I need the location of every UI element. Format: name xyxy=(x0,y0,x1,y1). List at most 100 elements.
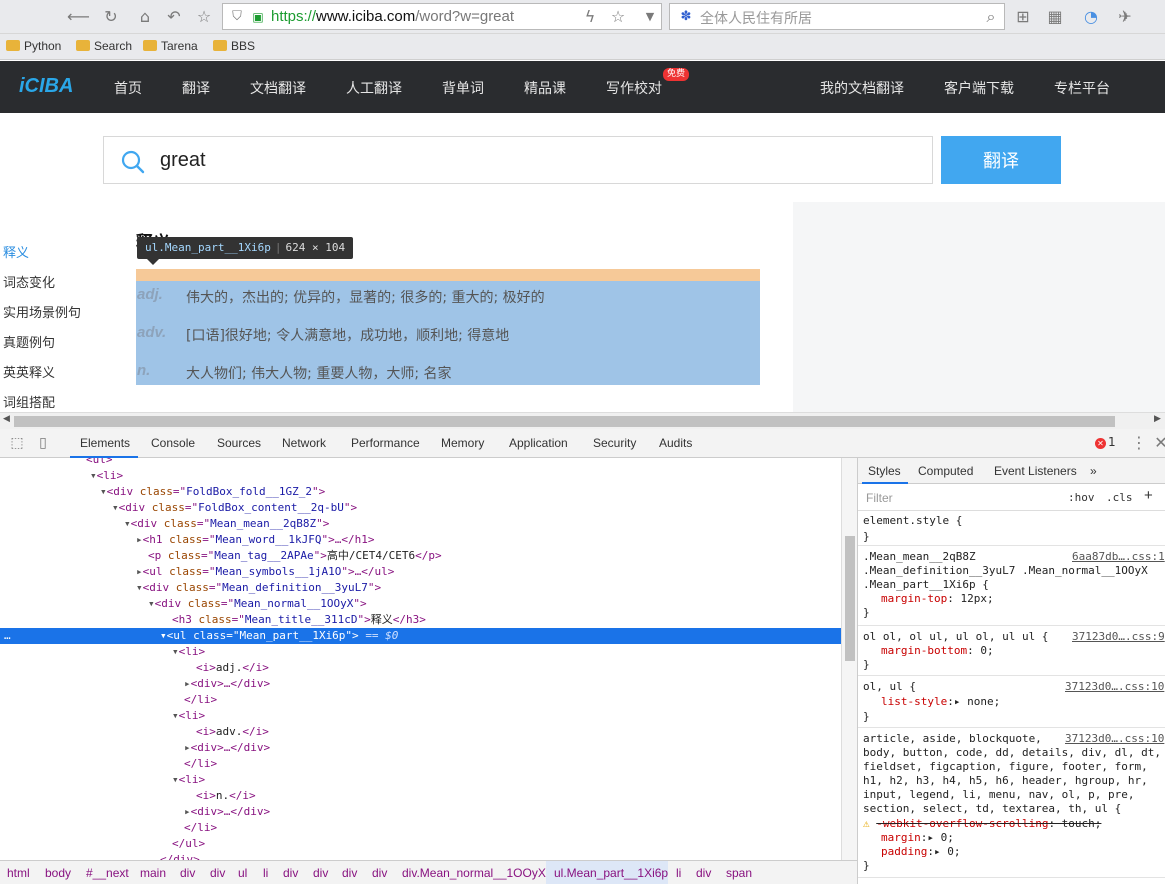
style-rule[interactable]: article, aside, blockquote, 37123d0….css… xyxy=(858,728,1165,878)
breadcrumb-item[interactable]: span xyxy=(726,866,752,880)
breadcrumb-item[interactable]: #__next xyxy=(86,866,129,880)
breadcrumb-item[interactable]: div xyxy=(283,866,298,880)
bookmark-python[interactable]: Python xyxy=(6,39,61,53)
back-icon[interactable]: ⟵ xyxy=(67,6,90,28)
device-toolbar-icon[interactable]: ▯ xyxy=(32,432,54,454)
star-icon[interactable]: ☆ xyxy=(193,6,215,28)
tree-node[interactable]: <p class="Mean_tag__2APAe">高中/CET4/CET6<… xyxy=(148,548,442,564)
styles-filter-input[interactable]: Filter xyxy=(866,491,893,505)
tab-audits[interactable]: Audits xyxy=(659,436,692,450)
nav-vocabulary[interactable]: 背单词 xyxy=(442,78,484,98)
tree-node[interactable]: </ul> xyxy=(172,836,205,852)
bookmark-tarena[interactable]: Tarena xyxy=(143,39,198,53)
breadcrumb-item-active[interactable]: ul.Mean_part__1Xi6p xyxy=(554,866,668,880)
bookmark-search[interactable]: Search xyxy=(76,39,132,53)
tab-computed[interactable]: Computed xyxy=(918,464,973,478)
extension-chat-icon[interactable]: ◔ xyxy=(1080,6,1102,28)
tree-node[interactable]: ▾<li> xyxy=(90,468,123,484)
style-rule[interactable]: element.style { } xyxy=(858,512,1165,546)
tree-node-selected-text[interactable]: ▾<ul class="Mean_part__1Xi6p"> == $0 xyxy=(160,628,398,644)
tree-node[interactable]: <i>adj.</i> xyxy=(196,660,269,676)
nav-writing-check[interactable]: 写作校对 xyxy=(606,78,662,98)
tree-node[interactable]: ▾<div class="FoldBox_content__2q-bU"> xyxy=(112,500,357,516)
style-rule[interactable]: ol ol, ol ul, ul ol, ul ul { 37123d0….cs… xyxy=(858,626,1165,676)
tree-node[interactable]: ▸<div>…</div> xyxy=(184,676,270,692)
style-rule[interactable]: .Mean_mean__2qB8Z 6aa87db….css:1 .Mean_d… xyxy=(858,546,1165,626)
tree-node[interactable]: ▸<div>…</div> xyxy=(184,804,270,820)
bookmark-bbs[interactable]: BBS xyxy=(213,39,255,53)
tree-node[interactable]: </li> xyxy=(184,820,217,836)
add-rule-icon[interactable]: + xyxy=(1144,487,1153,504)
tree-node[interactable]: </div> xyxy=(160,852,200,860)
tab-elements[interactable]: Elements xyxy=(80,436,130,450)
horizontal-scroll-thumb[interactable] xyxy=(14,416,1115,427)
scroll-left-icon[interactable]: ◀ xyxy=(3,414,10,424)
extension-bird-icon[interactable]: ✈ xyxy=(1114,6,1136,28)
breadcrumb-item[interactable]: div xyxy=(210,866,225,880)
search-icon[interactable]: ⌕ xyxy=(980,6,1002,28)
breadcrumb-item[interactable]: li xyxy=(263,866,268,880)
browser-search-input[interactable]: 全体人民住有所居 xyxy=(700,8,812,28)
site-logo[interactable]: iCIBA xyxy=(19,75,73,98)
hov-toggle[interactable]: :hov xyxy=(1068,491,1095,504)
extensions-grid-icon[interactable]: ⊞ xyxy=(1012,6,1034,28)
tree-node[interactable]: ▾<li> xyxy=(172,708,205,724)
translate-button[interactable]: 翻译 xyxy=(941,136,1061,184)
left-nav-english-definition[interactable]: 英英释义 xyxy=(3,362,55,381)
bookmark-star-icon[interactable]: ☆ xyxy=(607,6,629,28)
left-nav-word-forms[interactable]: 词态变化 xyxy=(3,272,55,291)
breadcrumb-item[interactable]: div xyxy=(180,866,195,880)
tab-application[interactable]: Application xyxy=(509,436,568,450)
nav-human-translate[interactable]: 人工翻译 xyxy=(346,78,402,98)
elements-scrollbar[interactable] xyxy=(841,458,857,860)
tree-node[interactable]: <h3 class="Mean_title__311cD">释义</h3> xyxy=(172,612,426,628)
shield-icon[interactable]: ⛉ xyxy=(226,6,248,28)
extension-alert-icon[interactable]: ▦ xyxy=(1044,6,1066,28)
tab-security[interactable]: Security xyxy=(593,436,636,450)
cls-toggle[interactable]: .cls xyxy=(1106,491,1133,504)
tree-node-selected[interactable] xyxy=(0,628,841,644)
nav-document-translate[interactable]: 文档翻译 xyxy=(250,78,306,98)
more-tabs-icon[interactable]: » xyxy=(1090,464,1097,478)
breadcrumb-item[interactable]: li xyxy=(676,866,681,880)
tab-performance[interactable]: Performance xyxy=(351,436,420,450)
tree-node[interactable]: ▾<div class="Mean_definition__3yuL7"> xyxy=(136,580,381,596)
breadcrumb-item[interactable]: div xyxy=(313,866,328,880)
nav-client-download[interactable]: 客户端下载 xyxy=(944,78,1014,98)
breadcrumb-item[interactable]: main xyxy=(140,866,166,880)
error-counter[interactable]: ✕ 1 xyxy=(1095,435,1116,449)
more-options-icon[interactable]: ⋮ xyxy=(1128,432,1150,454)
left-nav-exam-sentences[interactable]: 真题例句 xyxy=(3,332,55,351)
tree-node[interactable]: <i>adv.</i> xyxy=(196,724,269,740)
home-icon[interactable]: ⌂ xyxy=(134,6,156,28)
breadcrumb-item[interactable]: html xyxy=(7,866,30,880)
tree-node[interactable]: <ul> xyxy=(86,458,113,468)
left-nav-definition[interactable]: 释义 xyxy=(3,242,29,261)
address-bar[interactable]: ⛉ ▣ https://www.iciba.com/word?w=great ϟ… xyxy=(222,3,662,30)
word-search-input[interactable]: great xyxy=(160,149,206,172)
flash-icon[interactable]: ϟ xyxy=(579,6,601,28)
tree-node[interactable]: ▾<div class="FoldBox_fold__1GZ_2"> xyxy=(100,484,325,500)
breadcrumb-item[interactable]: div xyxy=(696,866,711,880)
tree-node[interactable]: ▾<div class="Mean_mean__2qB8Z"> xyxy=(124,516,329,532)
breadcrumb-item[interactable]: ul xyxy=(238,866,247,880)
breadcrumb-item[interactable]: body xyxy=(45,866,71,880)
tab-console[interactable]: Console xyxy=(151,436,195,450)
undo-icon[interactable]: ↶ xyxy=(163,6,185,28)
tab-network[interactable]: Network xyxy=(282,436,326,450)
scroll-right-icon[interactable]: ▶ xyxy=(1154,414,1161,424)
tab-memory[interactable]: Memory xyxy=(441,436,484,450)
tree-node[interactable]: ▸<h1 class="Mean_word__1kJFQ">…</h1> xyxy=(136,532,374,548)
nav-translate[interactable]: 翻译 xyxy=(182,78,210,98)
tree-node[interactable]: <i>n.</i> xyxy=(196,788,256,804)
tree-node[interactable]: ▾<li> xyxy=(172,772,205,788)
breadcrumb-item[interactable]: div.Mean_normal__1OOyX xyxy=(402,866,546,880)
nav-my-documents[interactable]: 我的文档翻译 xyxy=(820,78,904,98)
left-nav-phrases[interactable]: 词组搭配 xyxy=(3,392,55,411)
tree-node[interactable]: ▾<li> xyxy=(172,644,205,660)
tree-node[interactable]: ▸<ul class="Mean_symbols__1jA1O">…</ul> xyxy=(136,564,394,580)
tab-styles[interactable]: Styles xyxy=(868,464,901,478)
left-nav-example-sentences[interactable]: 实用场景例句 xyxy=(3,302,81,321)
tab-sources[interactable]: Sources xyxy=(217,436,261,450)
close-devtools-icon[interactable]: ✕ xyxy=(1150,432,1165,454)
